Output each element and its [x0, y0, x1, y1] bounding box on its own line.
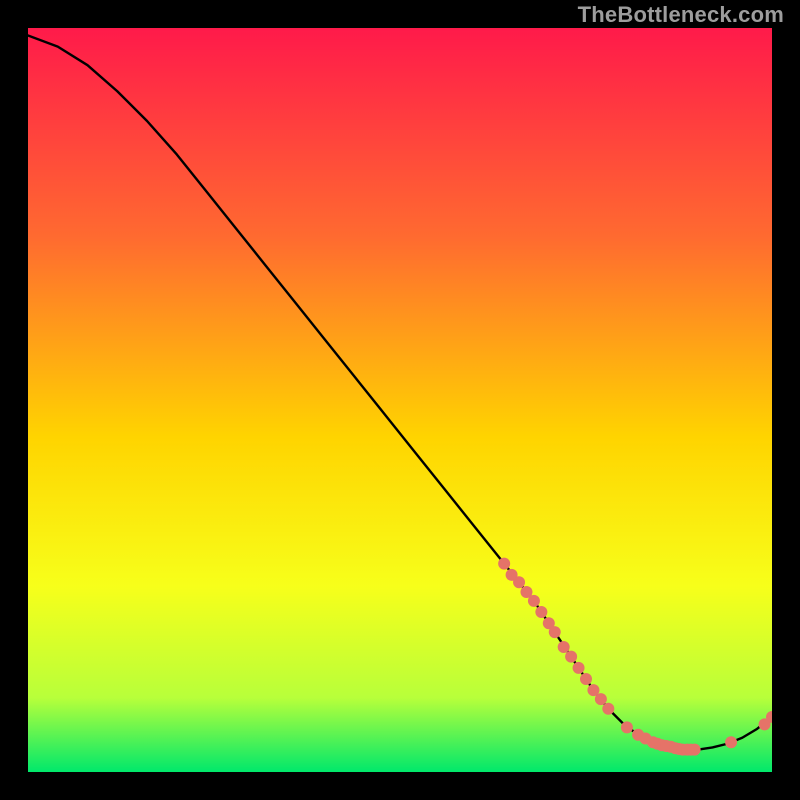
data-dot [621, 721, 633, 733]
data-dot [535, 606, 547, 618]
data-dot [689, 744, 701, 756]
gradient-background [28, 28, 772, 772]
plot-area [28, 28, 772, 772]
data-dot [602, 703, 614, 715]
data-dot [528, 595, 540, 607]
watermark-text: TheBottleneck.com [578, 2, 784, 28]
data-dot [565, 651, 577, 663]
data-dot [725, 736, 737, 748]
data-dot [573, 662, 585, 674]
data-dot [513, 576, 525, 588]
chart-frame: TheBottleneck.com [0, 0, 800, 800]
data-dot [580, 673, 592, 685]
data-dot [595, 693, 607, 705]
data-dot [549, 626, 561, 638]
data-dot [498, 558, 510, 570]
plot-svg [28, 28, 772, 772]
data-dot [558, 641, 570, 653]
